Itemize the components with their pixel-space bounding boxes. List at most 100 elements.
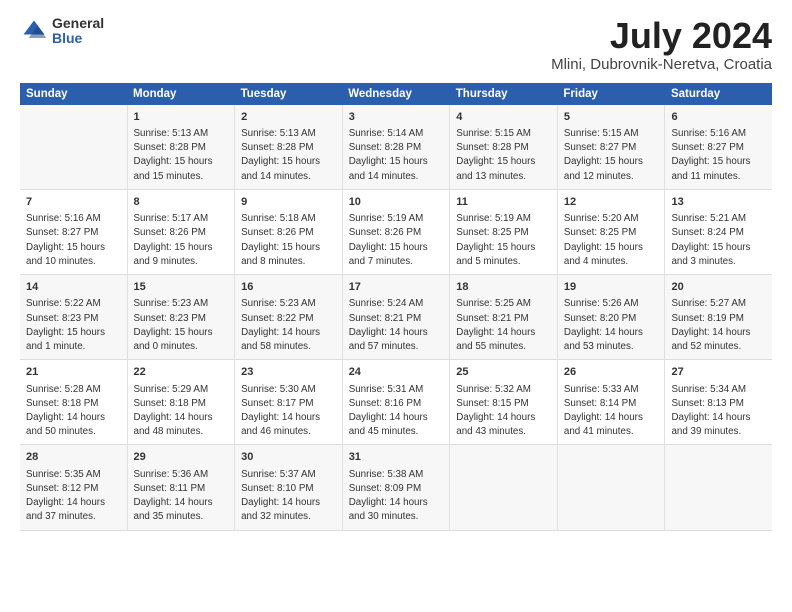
calendar-cell: 5 Sunrise: 5:15 AM Sunset: 8:27 PM Daylig…: [557, 105, 665, 190]
logo-general: General: [52, 16, 104, 31]
calendar-cell: 24 Sunrise: 5:31 AM Sunset: 8:16 PM Dayli…: [342, 360, 450, 445]
calendar-cell: 11 Sunrise: 5:19 AM Sunset: 8:25 PM Dayli…: [450, 189, 558, 274]
day-number: 18: [456, 280, 551, 295]
calendar-cell: 22 Sunrise: 5:29 AM Sunset: 8:18 PM Dayli…: [127, 360, 235, 445]
cell-info: Sunrise: 5:25 AM Sunset: 8:21 PM Dayligh…: [456, 297, 551, 354]
cell-info: Sunrise: 5:14 AM Sunset: 8:28 PM Dayligh…: [349, 127, 444, 184]
day-number: 19: [564, 280, 659, 295]
day-number: 28: [26, 450, 121, 465]
logo-icon: [20, 17, 48, 45]
cell-info: Sunrise: 5:23 AM Sunset: 8:23 PM Dayligh…: [134, 297, 229, 354]
calendar-week-row: 28 Sunrise: 5:35 AM Sunset: 8:12 PM Dayli…: [20, 445, 772, 530]
cell-info: Sunrise: 5:23 AM Sunset: 8:22 PM Dayligh…: [241, 297, 336, 354]
calendar-cell: [450, 445, 558, 530]
header-day: Sunday: [20, 83, 127, 105]
subtitle: Mlini, Dubrovnik-Neretva, Croatia: [551, 56, 772, 73]
calendar-cell: 18 Sunrise: 5:25 AM Sunset: 8:21 PM Dayli…: [450, 275, 558, 360]
cell-info: Sunrise: 5:18 AM Sunset: 8:26 PM Dayligh…: [241, 212, 336, 269]
main-title: July 2024: [551, 16, 772, 56]
cell-info: Sunrise: 5:13 AM Sunset: 8:28 PM Dayligh…: [241, 127, 336, 184]
calendar-cell: 26Sunrise: 5:33 AM Sunset: 8:14 PM Dayli…: [557, 360, 665, 445]
calendar-body: 1Sunrise: 5:13 AM Sunset: 8:28 PM Daylig…: [20, 105, 772, 531]
calendar-cell: 2Sunrise: 5:13 AM Sunset: 8:28 PM Daylig…: [235, 105, 343, 190]
cell-info: Sunrise: 5:35 AM Sunset: 8:12 PM Dayligh…: [26, 468, 121, 525]
day-number: 12: [564, 195, 659, 210]
calendar-cell: 19 Sunrise: 5:26 AM Sunset: 8:20 PM Dayli…: [557, 275, 665, 360]
cell-info: Sunrise: 5:29 AM Sunset: 8:18 PM Dayligh…: [134, 383, 229, 440]
day-number: 13: [671, 195, 766, 210]
day-number: 11: [456, 195, 551, 210]
cell-info: Sunrise: 5:27 AM Sunset: 8:19 PM Dayligh…: [671, 297, 766, 354]
title-block: July 2024 Mlini, Dubrovnik-Neretva, Croa…: [551, 16, 772, 73]
calendar-cell: 30 Sunrise: 5:37 AM Sunset: 8:10 PM Dayli…: [235, 445, 343, 530]
cell-info: Sunrise: 5:16 AM Sunset: 8:27 PM Dayligh…: [671, 127, 766, 184]
day-number: 4: [456, 110, 551, 125]
calendar-week-row: 21 Sunrise: 5:28 AM Sunset: 8:18 PM Dayli…: [20, 360, 772, 445]
day-number: 30: [241, 450, 336, 465]
day-number: 17: [349, 280, 444, 295]
calendar-cell: 16 Sunrise: 5:23 AM Sunset: 8:22 PM Dayli…: [235, 275, 343, 360]
calendar-week-row: 7Sunrise: 5:16 AM Sunset: 8:27 PM Daylig…: [20, 189, 772, 274]
day-number: 22: [134, 365, 229, 380]
cell-info: Sunrise: 5:32 AM Sunset: 8:15 PM Dayligh…: [456, 383, 551, 440]
header: General Blue July 2024 Mlini, Dubrovnik-…: [20, 16, 772, 73]
header-day: Monday: [127, 83, 235, 105]
cell-info: Sunrise: 5:31 AM Sunset: 8:16 PM Dayligh…: [349, 383, 444, 440]
day-number: 27: [671, 365, 766, 380]
calendar-cell: 15 Sunrise: 5:23 AM Sunset: 8:23 PM Dayli…: [127, 275, 235, 360]
cell-info: Sunrise: 5:28 AM Sunset: 8:18 PM Dayligh…: [26, 383, 121, 440]
calendar-cell: 4 Sunrise: 5:15 AM Sunset: 8:28 PM Daylig…: [450, 105, 558, 190]
calendar-table: SundayMondayTuesdayWednesdayThursdayFrid…: [20, 83, 772, 531]
day-number: 3: [349, 110, 444, 125]
cell-info: Sunrise: 5:17 AM Sunset: 8:26 PM Dayligh…: [134, 212, 229, 269]
header-day: Friday: [557, 83, 665, 105]
cell-info: Sunrise: 5:19 AM Sunset: 8:25 PM Dayligh…: [456, 212, 551, 269]
calendar-cell: [20, 105, 127, 190]
calendar-cell: [557, 445, 665, 530]
day-number: 7: [26, 195, 121, 210]
day-number: 16: [241, 280, 336, 295]
header-day: Tuesday: [235, 83, 343, 105]
cell-info: Sunrise: 5:34 AM Sunset: 8:13 PM Dayligh…: [671, 383, 766, 440]
calendar-cell: 6 Sunrise: 5:16 AM Sunset: 8:27 PM Daylig…: [665, 105, 772, 190]
cell-info: Sunrise: 5:20 AM Sunset: 8:25 PM Dayligh…: [564, 212, 659, 269]
day-number: 25: [456, 365, 551, 380]
calendar-cell: 23Sunrise: 5:30 AM Sunset: 8:17 PM Dayli…: [235, 360, 343, 445]
cell-info: Sunrise: 5:15 AM Sunset: 8:27 PM Dayligh…: [564, 127, 659, 184]
calendar-cell: [665, 445, 772, 530]
cell-info: Sunrise: 5:22 AM Sunset: 8:23 PM Dayligh…: [26, 297, 121, 354]
calendar-cell: 14 Sunrise: 5:22 AM Sunset: 8:23 PM Dayli…: [20, 275, 127, 360]
day-number: 26: [564, 365, 659, 380]
day-number: 15: [134, 280, 229, 295]
day-number: 5: [564, 110, 659, 125]
cell-info: Sunrise: 5:21 AM Sunset: 8:24 PM Dayligh…: [671, 212, 766, 269]
day-number: 24: [349, 365, 444, 380]
logo: General Blue: [20, 16, 104, 47]
day-number: 8: [134, 195, 229, 210]
calendar-cell: 29Sunrise: 5:36 AM Sunset: 8:11 PM Dayli…: [127, 445, 235, 530]
cell-info: Sunrise: 5:15 AM Sunset: 8:28 PM Dayligh…: [456, 127, 551, 184]
cell-info: Sunrise: 5:26 AM Sunset: 8:20 PM Dayligh…: [564, 297, 659, 354]
calendar-cell: 27 Sunrise: 5:34 AM Sunset: 8:13 PM Dayli…: [665, 360, 772, 445]
header-day: Wednesday: [342, 83, 450, 105]
cell-info: Sunrise: 5:24 AM Sunset: 8:21 PM Dayligh…: [349, 297, 444, 354]
calendar-week-row: 14 Sunrise: 5:22 AM Sunset: 8:23 PM Dayli…: [20, 275, 772, 360]
day-number: 21: [26, 365, 121, 380]
day-number: 29: [134, 450, 229, 465]
calendar-week-row: 1Sunrise: 5:13 AM Sunset: 8:28 PM Daylig…: [20, 105, 772, 190]
day-number: 6: [671, 110, 766, 125]
header-row: SundayMondayTuesdayWednesdayThursdayFrid…: [20, 83, 772, 105]
day-number: 10: [349, 195, 444, 210]
cell-info: Sunrise: 5:13 AM Sunset: 8:28 PM Dayligh…: [134, 127, 229, 184]
calendar-cell: 28 Sunrise: 5:35 AM Sunset: 8:12 PM Dayli…: [20, 445, 127, 530]
calendar-cell: 8 Sunrise: 5:17 AM Sunset: 8:26 PM Daylig…: [127, 189, 235, 274]
page: General Blue July 2024 Mlini, Dubrovnik-…: [0, 0, 792, 612]
calendar-header: SundayMondayTuesdayWednesdayThursdayFrid…: [20, 83, 772, 105]
calendar-cell: 20Sunrise: 5:27 AM Sunset: 8:19 PM Dayli…: [665, 275, 772, 360]
cell-info: Sunrise: 5:37 AM Sunset: 8:10 PM Dayligh…: [241, 468, 336, 525]
day-number: 23: [241, 365, 336, 380]
calendar-cell: 12 Sunrise: 5:20 AM Sunset: 8:25 PM Dayli…: [557, 189, 665, 274]
day-number: 14: [26, 280, 121, 295]
calendar-cell: 9Sunrise: 5:18 AM Sunset: 8:26 PM Daylig…: [235, 189, 343, 274]
calendar-cell: 25 Sunrise: 5:32 AM Sunset: 8:15 PM Dayli…: [450, 360, 558, 445]
